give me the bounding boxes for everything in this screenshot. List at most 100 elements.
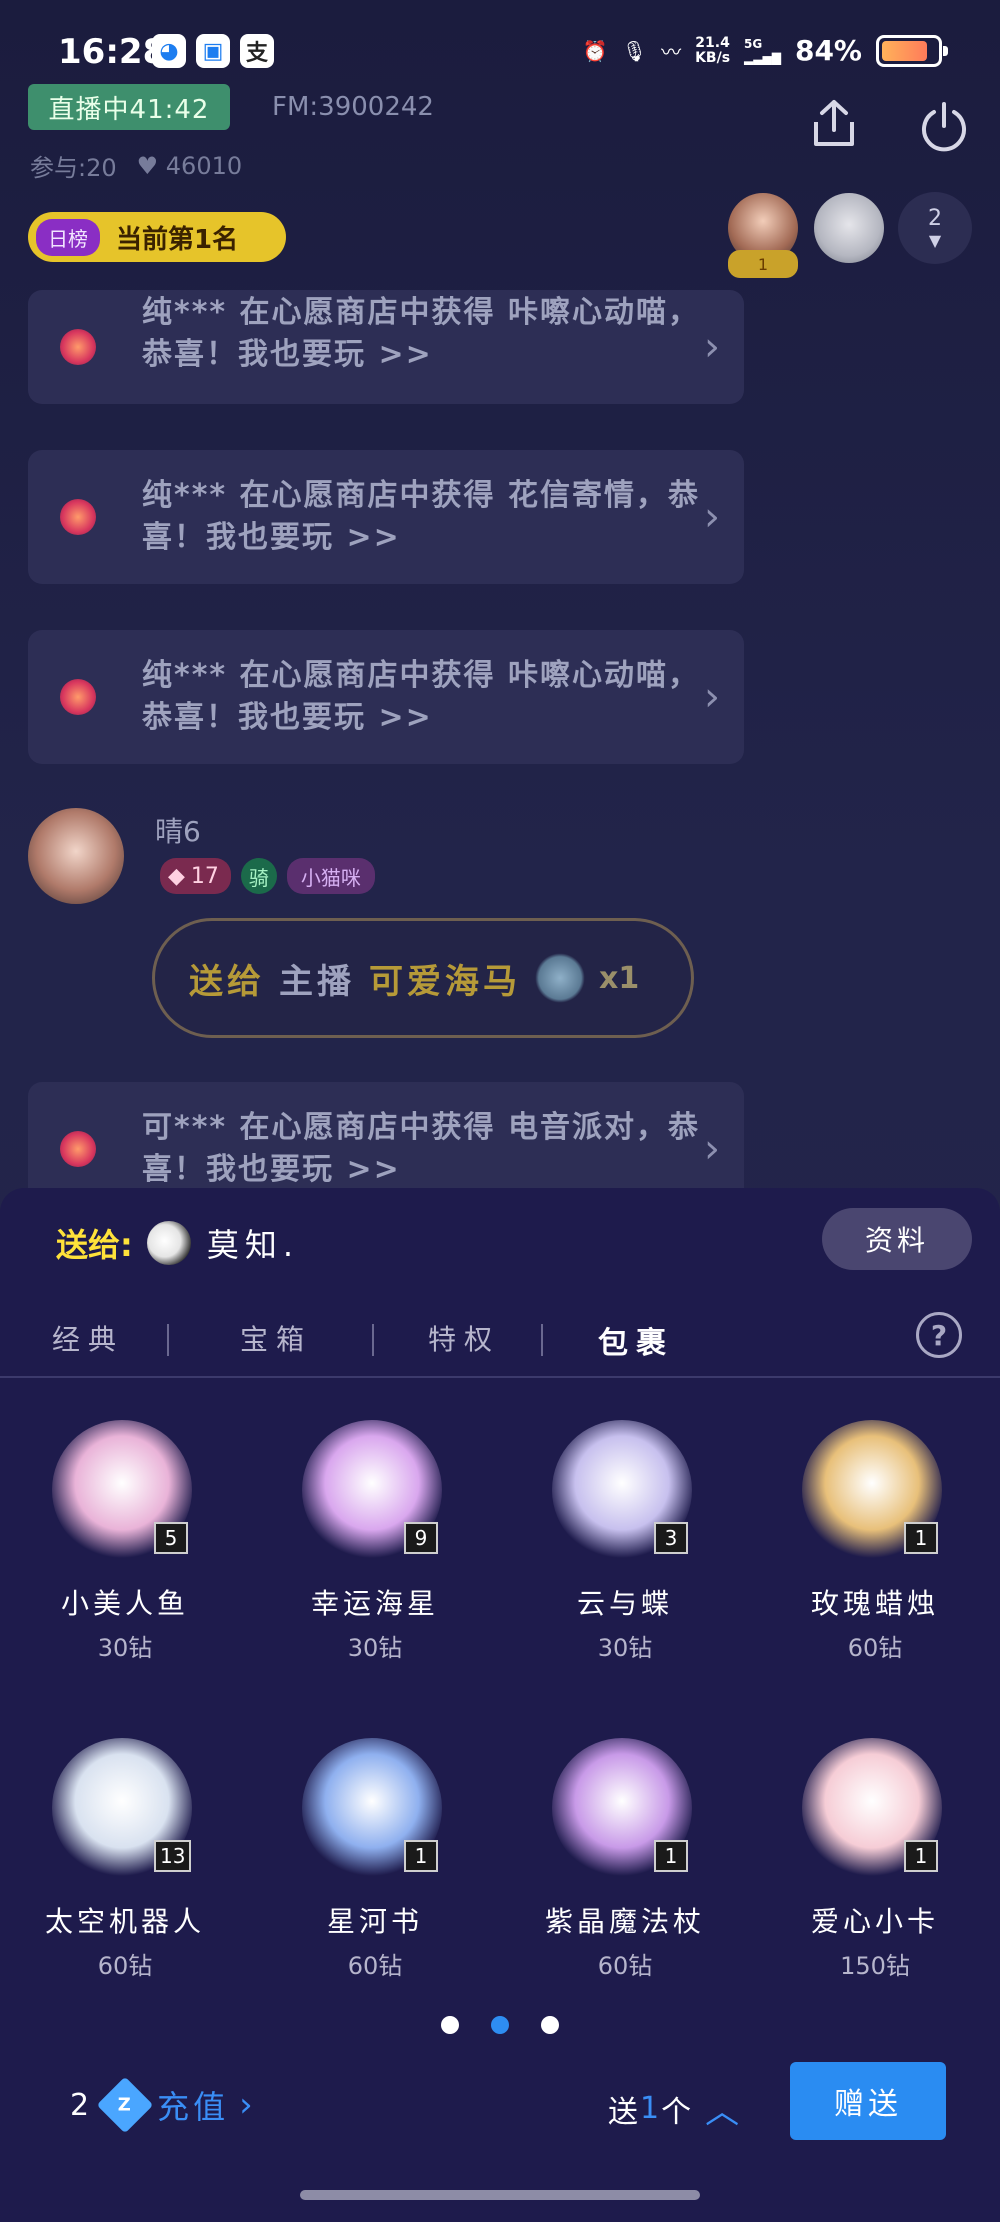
tab-package[interactable]: 包裹: [598, 1318, 674, 1362]
gift-count: 9: [404, 1522, 438, 1554]
gift-count: 1: [904, 1522, 938, 1554]
participants-count: 参与:20: [30, 154, 117, 182]
level-badge: ◆ 17: [160, 858, 231, 894]
gift-item[interactable]: 5 小美人鱼 30钻: [0, 1420, 250, 1720]
rank-text: 当前第1名: [116, 224, 239, 255]
heart-icon: ♥: [136, 151, 159, 180]
page-dot-1[interactable]: [441, 2016, 459, 2034]
gift-count: 1: [904, 1840, 938, 1872]
system-message[interactable]: 纯*** 在心愿商店中获得 花信寄情，恭喜！我也要玩 >> ›: [28, 450, 744, 584]
seahorse-gift-icon: [535, 953, 585, 1003]
gift-item[interactable]: 1 玫瑰蜡烛 60钻: [750, 1420, 1000, 1720]
share-icon[interactable]: [806, 96, 862, 152]
chat-user-name[interactable]: 晴6: [155, 810, 201, 850]
recipient-name[interactable]: 莫知.: [207, 1220, 299, 1266]
page-dot-2[interactable]: [491, 2016, 509, 2034]
tab-divider: [167, 1324, 169, 1356]
daily-rank-badge[interactable]: 日榜 当前第1名: [28, 212, 286, 262]
gift-name: 云与蝶: [576, 1587, 673, 1620]
tab-classic[interactable]: 经典: [52, 1318, 124, 1358]
gift-name: 星河书: [326, 1905, 423, 1938]
chat-user-badges: ◆ 17 骑 小猫咪: [160, 858, 375, 894]
gift-name: 太空机器人: [44, 1905, 205, 1938]
wish-shop-icon: [60, 329, 96, 365]
balance-row: 2 Z 充值 ›: [70, 2076, 253, 2134]
send-to-label: 送给:: [56, 1226, 133, 1264]
page-dot-3[interactable]: [541, 2016, 559, 2034]
gift-price: 30钻: [347, 1634, 403, 1662]
message-text: 纯*** 在心愿商店中获得 花信寄情，恭喜！我也要玩 >>: [142, 478, 700, 555]
chevron-up-icon[interactable]: ︿: [705, 2084, 739, 2133]
recharge-link[interactable]: 充值: [157, 2082, 229, 2128]
gift-item[interactable]: 13 太空机器人 60钻: [0, 1738, 250, 2038]
power-icon[interactable]: [916, 100, 972, 156]
gift-tabs: 经典 宝箱 特权 包裹 ?: [0, 1310, 1000, 1378]
gift-item[interactable]: 1 爱心小卡 150钻: [750, 1738, 1000, 2038]
diamond-icon: ◆: [168, 863, 185, 889]
chevron-right-icon: ›: [704, 674, 720, 720]
rank-tag: 日榜: [36, 218, 100, 256]
chevron-right-icon: ›: [704, 494, 720, 540]
chevron-down-icon: ▼: [928, 231, 942, 250]
tabs-divider: [0, 1376, 1000, 1378]
help-icon[interactable]: ?: [916, 1312, 962, 1358]
ride-badge: 骑: [240, 858, 277, 894]
tab-treasure[interactable]: 宝箱: [240, 1318, 312, 1358]
gift-item[interactable]: 9 幸运海星 30钻: [250, 1420, 500, 1720]
message-text: 纯*** 在心愿商店中获得 咔嚓心动喵，恭喜！我也要玩 >>: [142, 658, 700, 735]
likes: ♥ 46010: [136, 151, 243, 180]
gift-price: 60钻: [97, 1952, 153, 1980]
chat-user-avatar[interactable]: [28, 808, 124, 904]
recipient-avatar[interactable]: [146, 1221, 191, 1265]
profile-button[interactable]: 资料: [822, 1208, 972, 1270]
participation-stats: 参与:20 ♥ 46010: [30, 148, 242, 183]
gift-price: 30钻: [97, 1634, 153, 1662]
fm-number: FM:3900242: [272, 92, 434, 122]
viewer-count-button[interactable]: 2 ▼: [898, 192, 972, 264]
status-time: 16:28: [58, 32, 167, 72]
gift-item[interactable]: 1 星河书 60钻: [250, 1738, 500, 2038]
battery-icon: [876, 34, 948, 67]
send-gift-button[interactable]: 赠送: [790, 2062, 946, 2140]
gift-name: 玫瑰蜡烛: [810, 1587, 939, 1620]
message-text: 纯*** 在心愿商店中获得 咔嚓心动喵，恭喜！我也要玩 >>: [142, 295, 700, 372]
gift-count: 13: [154, 1840, 192, 1872]
quantity-value: 1: [640, 2091, 660, 2126]
heartbeat-icon: 〰: [661, 40, 682, 64]
chevron-right-icon: ›: [704, 1126, 720, 1172]
message-text: 可*** 在心愿商店中获得 电音派对，恭喜！我也要玩 >>: [142, 1110, 700, 1187]
tab-privilege[interactable]: 特权: [428, 1318, 500, 1358]
gift-price: 150钻: [840, 1952, 910, 1980]
home-indicator[interactable]: [300, 2190, 700, 2200]
quantity-selector[interactable]: 送 1 个 ︿: [608, 2084, 739, 2133]
gift-name: 爱心小卡: [810, 1905, 939, 1938]
signal-indicator: 5G ▂▃▅▇: [744, 36, 781, 65]
system-message[interactable]: 纯*** 在心愿商店中获得 咔嚓心动喵，恭喜！我也要玩 >> ›: [28, 630, 744, 764]
chevron-right-icon: ›: [704, 324, 720, 370]
live-duration-badge: 直播中41:42: [28, 84, 230, 130]
gift-name: 紫晶魔法杖: [544, 1905, 705, 1938]
gift-message-bubble: 送给 主播 可爱海马 x1: [152, 918, 694, 1038]
baidu-icon: ◕: [152, 34, 186, 68]
gift-count: 1: [654, 1840, 688, 1872]
battery-percent: 84%: [794, 34, 862, 67]
gift-price: 30钻: [597, 1634, 653, 1662]
chevron-right-icon[interactable]: ›: [239, 2085, 253, 2125]
network-speed: 21.4 KB/s: [695, 34, 731, 66]
wish-shop-icon: [60, 679, 96, 715]
gift-name: 小美人鱼: [60, 1587, 189, 1620]
top-viewer-avatar-2[interactable]: [814, 193, 884, 263]
send-to-row: 送给: 莫知.: [56, 1220, 299, 1266]
tab-divider: [541, 1324, 543, 1356]
diamond-icon: Z: [96, 2076, 154, 2134]
gift-item[interactable]: 3 云与蝶 30钻: [500, 1420, 750, 1720]
message-icon: ▣: [196, 34, 230, 68]
system-message[interactable]: 纯*** 在心愿商店中获得 咔嚓心动喵，恭喜！我也要玩 >> ›: [28, 290, 744, 404]
top-viewer-rank: 1: [728, 250, 798, 278]
gift-item[interactable]: 1 紫晶魔法杖 60钻: [500, 1738, 750, 2038]
gift-price: 60钻: [347, 1952, 403, 1980]
gift-count: 3: [654, 1522, 688, 1554]
alarm-icon: ⏰: [582, 38, 608, 63]
gift-name: 幸运海星: [310, 1587, 439, 1620]
tab-divider: [372, 1324, 374, 1356]
